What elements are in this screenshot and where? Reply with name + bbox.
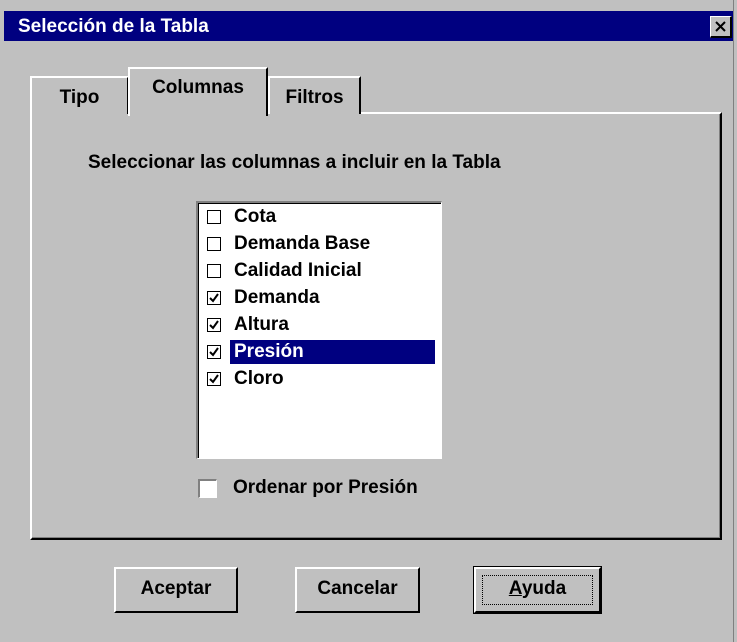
item-label: Demanda (234, 287, 320, 308)
cancel-button[interactable]: Cancelar (295, 567, 420, 613)
list-item-cloro[interactable]: Cloro (203, 367, 439, 391)
ok-button[interactable]: Aceptar (114, 567, 238, 613)
close-button[interactable] (710, 16, 732, 38)
sort-by-label[interactable]: Ordenar por Presión (233, 477, 418, 499)
columns-listbox[interactable]: Cota Demanda Base Calidad Inicial Demand… (196, 201, 442, 459)
list-item-demanda[interactable]: Demanda (203, 286, 439, 310)
focus-rect (482, 575, 593, 605)
instructions-text: Seleccionar las columnas a incluir en la… (88, 152, 501, 173)
item-checkbox[interactable] (207, 210, 221, 224)
item-label: Presión (230, 340, 435, 364)
close-icon (715, 21, 726, 32)
tab-label: Filtros (285, 87, 344, 108)
window-title: Selección de la Tabla (18, 16, 209, 37)
tab-columnas[interactable]: Columnas (128, 67, 268, 116)
tab-tipo[interactable]: Tipo (30, 76, 129, 114)
tab-filtros[interactable]: Filtros (268, 76, 361, 114)
item-label: Demanda Base (234, 233, 371, 254)
tab-label: Columnas (152, 77, 244, 98)
list-item-altura[interactable]: Altura (203, 313, 439, 337)
item-label: Cota (234, 206, 277, 227)
checkmark-icon (209, 320, 219, 330)
dialog-window: Selección de la Tabla Tipo Filtros Colum… (0, 0, 737, 642)
window-frame (733, 0, 737, 642)
list-item-calidad-inicial[interactable]: Calidad Inicial (203, 259, 439, 283)
sort-by-checkbox[interactable] (198, 479, 217, 498)
checkmark-icon (209, 293, 219, 303)
item-checkbox[interactable] (207, 318, 221, 332)
item-label: Altura (234, 314, 289, 335)
checkmark-icon (209, 374, 219, 384)
list-item-cota[interactable]: Cota (203, 205, 439, 229)
help-button[interactable]: Ayuda (473, 566, 602, 614)
checkmark-icon (209, 347, 219, 357)
item-checkbox[interactable] (207, 291, 221, 305)
item-label: Cloro (234, 368, 284, 389)
item-checkbox[interactable] (207, 345, 221, 359)
tab-label: Tipo (59, 87, 100, 108)
item-checkbox[interactable] (207, 237, 221, 251)
item-label: Calidad Inicial (234, 260, 362, 281)
list-item-demanda-base[interactable]: Demanda Base (203, 232, 439, 256)
list-item-presion[interactable]: Presión (203, 340, 439, 364)
item-checkbox[interactable] (207, 372, 221, 386)
item-checkbox[interactable] (207, 264, 221, 278)
